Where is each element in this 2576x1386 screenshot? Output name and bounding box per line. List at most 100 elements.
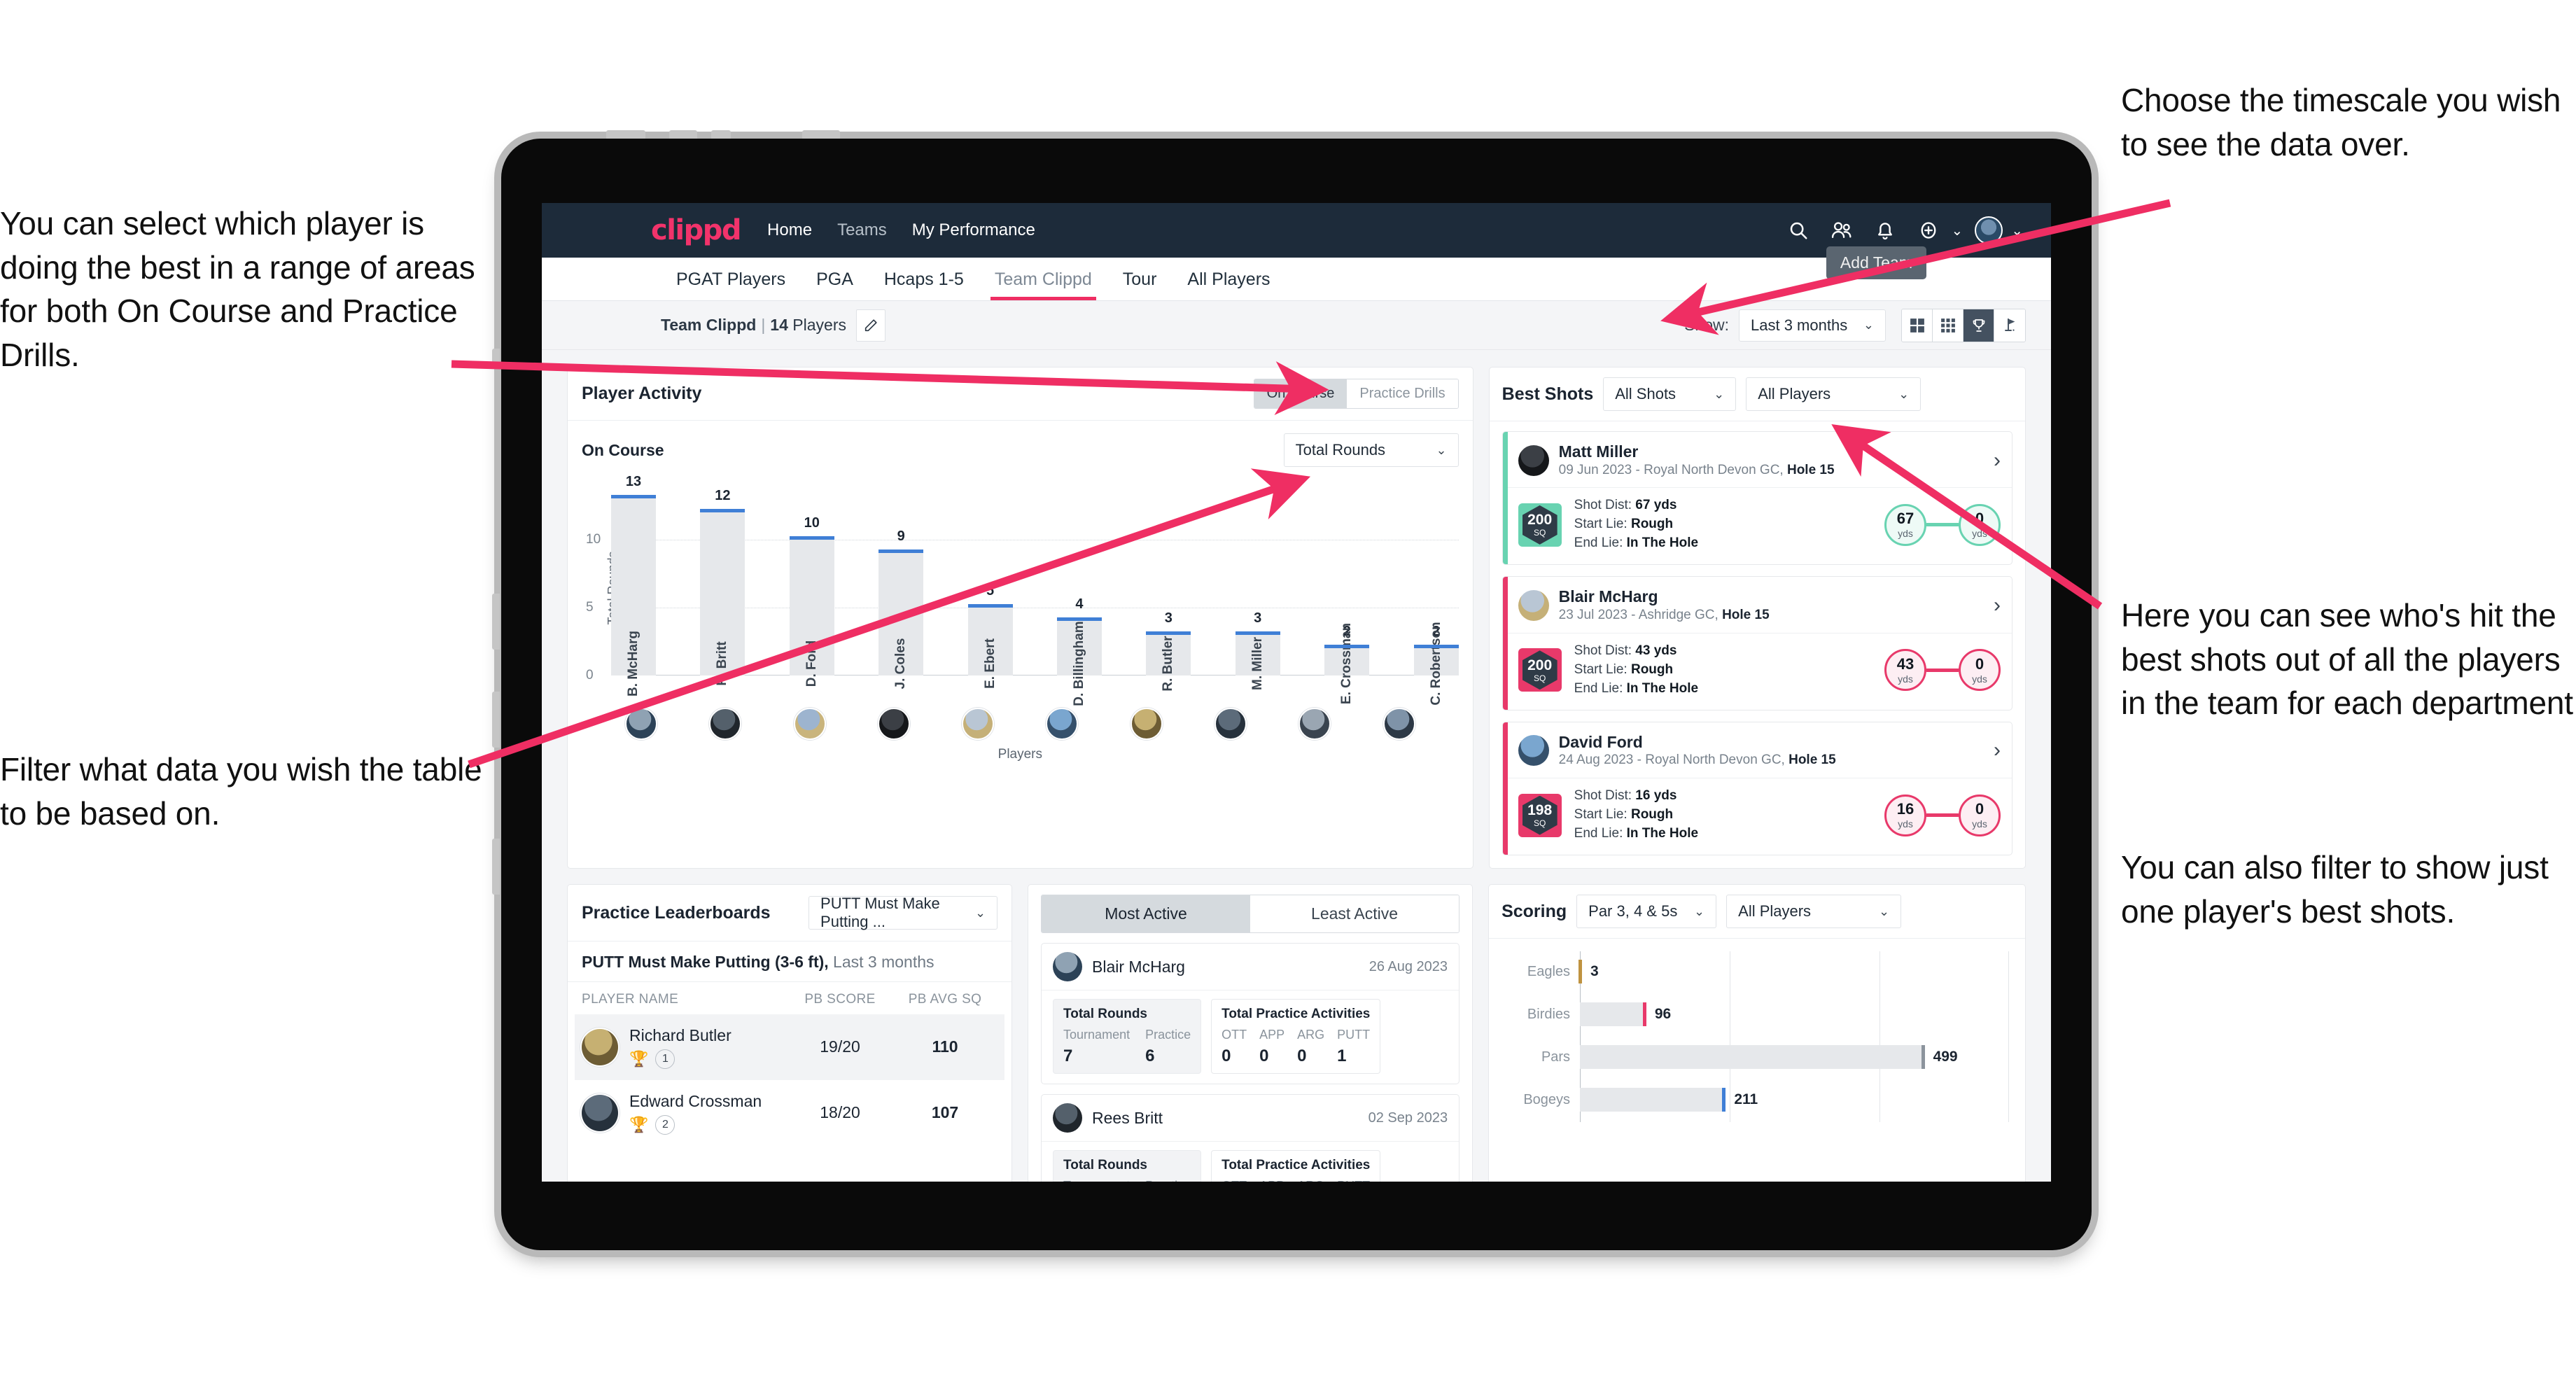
avatar[interactable] bbox=[709, 708, 742, 740]
putt-label: PUTT bbox=[1337, 1028, 1371, 1042]
shot-quality-unit: SQ bbox=[1533, 673, 1546, 683]
practice-label: Practice bbox=[1145, 1028, 1191, 1042]
activity-card[interactable]: Rees Britt 02 Sep 2023 Total Rounds Tour… bbox=[1041, 1094, 1460, 1182]
flag-icon[interactable] bbox=[1994, 309, 2025, 342]
avatar bbox=[1518, 735, 1549, 766]
shot-connector-line bbox=[1926, 813, 1959, 818]
tab-tour[interactable]: Tour bbox=[1107, 270, 1172, 300]
segment-practice-drills[interactable]: Practice Drills bbox=[1347, 379, 1458, 408]
scoring-category-label: Pars bbox=[1541, 1049, 1571, 1065]
avatar[interactable] bbox=[1130, 708, 1163, 740]
tab-least-active[interactable]: Least Active bbox=[1250, 895, 1460, 933]
best-shot-card[interactable]: David Ford 24 Aug 2023 - Royal North Dev… bbox=[1502, 721, 2012, 856]
avatar[interactable] bbox=[1382, 708, 1415, 740]
activity-tabs[interactable]: Most Active Least Active bbox=[1041, 895, 1460, 934]
chevron-right-icon[interactable]: › bbox=[1987, 595, 2001, 616]
scoring-chart: Eagles 3 Birdies 96 Pars 499 Bogeys 211 bbox=[1489, 939, 2025, 1126]
drill-select[interactable]: PUTT Must Make Putting ... ⌄ bbox=[808, 895, 998, 930]
chevron-right-icon[interactable]: › bbox=[1987, 740, 2001, 761]
shot-quality-hex: 200 SQ bbox=[1522, 505, 1558, 545]
chart-bar-column[interactable]: 4 D. Billingham bbox=[1056, 485, 1102, 706]
metric-select[interactable]: Total Rounds ⌄ bbox=[1283, 433, 1459, 467]
chart-bar-column[interactable]: 13 B. McHarg bbox=[611, 474, 656, 696]
pencil-icon[interactable] bbox=[855, 309, 886, 342]
account-avatar-icon[interactable] bbox=[1971, 213, 2006, 248]
nav-link-teams[interactable]: Teams bbox=[837, 220, 887, 240]
tournament-label: Tournament bbox=[1063, 1028, 1130, 1042]
chart-bar-label: R. Butler bbox=[1161, 636, 1176, 692]
people-icon[interactable] bbox=[1824, 213, 1859, 248]
chart-bar-label: D. Billingham bbox=[1071, 621, 1086, 706]
avatar bbox=[582, 1094, 618, 1131]
best-shot-card[interactable]: Matt Miller 09 Jun 2023 - Royal North De… bbox=[1502, 431, 2012, 566]
scoring-bar-row[interactable]: Pars 499 bbox=[1541, 1045, 2008, 1070]
scoring-bar-row[interactable]: Birdies 96 bbox=[1527, 1002, 2008, 1027]
chart-bar-column[interactable]: 2 C. Robertson bbox=[1413, 485, 1459, 706]
clippd-logo[interactable]: clippd bbox=[651, 214, 742, 246]
scoring-bar bbox=[1580, 1088, 1726, 1112]
trophy-icon[interactable] bbox=[1963, 309, 1994, 342]
best-shot-card[interactable]: Blair McHarg 23 Jul 2023 - Ashridge GC, … bbox=[1502, 576, 2012, 710]
avatar[interactable] bbox=[793, 708, 826, 740]
scoring-bar-row[interactable]: Eagles 3 bbox=[1527, 960, 2008, 984]
table-row[interactable]: Richard Butler 🏆 1 19/20 110 bbox=[575, 1014, 1005, 1080]
scoring-par-filter[interactable]: Par 3, 4 & 5s ⌄ bbox=[1576, 895, 1717, 929]
nav-link-home[interactable]: Home bbox=[767, 220, 812, 240]
chevron-down-icon[interactable]: ⌄ bbox=[1951, 222, 1963, 239]
total-rounds-box: Total Rounds Tournament 8 Practice 4 bbox=[1053, 1150, 1202, 1182]
tournament-stat: Tournament 8 bbox=[1063, 1179, 1130, 1182]
shot-dist-line: Shot Dist: 43 yds bbox=[1574, 643, 1677, 658]
tab-pgat-players[interactable]: PGAT Players bbox=[661, 270, 801, 300]
chart-bar-label: R. Britt bbox=[715, 641, 730, 686]
avatar[interactable] bbox=[625, 708, 657, 740]
view-mode-toggle[interactable] bbox=[1901, 308, 2026, 342]
chart-bar: R. Britt bbox=[700, 508, 746, 686]
scoring-player-filter[interactable]: All Players ⌄ bbox=[1726, 895, 1902, 929]
shot-end-unit: yds bbox=[1972, 528, 1987, 540]
dashboard-row-top: Player Activity On Course Practice Drill… bbox=[567, 367, 2026, 869]
chart-bar-column[interactable]: 3 M. Miller bbox=[1235, 485, 1280, 690]
segment-on-course[interactable]: On Course bbox=[1254, 379, 1348, 408]
tab-all-players[interactable]: All Players bbox=[1172, 270, 1285, 300]
tab-pga[interactable]: PGA bbox=[801, 270, 869, 300]
table-row[interactable]: Edward Crossman 🏆 2 18/20 107 bbox=[575, 1080, 1004, 1146]
activity-type-toggle[interactable]: On Course Practice Drills bbox=[1253, 379, 1459, 409]
accent-bar bbox=[1502, 432, 1508, 565]
tab-hcaps-1-5[interactable]: Hcaps 1-5 bbox=[869, 270, 979, 300]
scoring-bar-row[interactable]: Bogeys 211 bbox=[1523, 1088, 2008, 1112]
tab-team-clippd[interactable]: Team Clippd bbox=[979, 270, 1107, 300]
avatar[interactable] bbox=[877, 708, 910, 740]
leaderboard-player-name: Richard Butler bbox=[629, 1026, 732, 1045]
chart-bar-column[interactable]: 3 R. Butler bbox=[1146, 485, 1191, 692]
player-activity-chart: Total Rounds 051013B. McHarg12R. Britt10… bbox=[568, 472, 1473, 706]
chart-bar-column[interactable]: 5 E. Ebert bbox=[967, 485, 1013, 689]
avatar[interactable] bbox=[1214, 708, 1247, 740]
nav-link-my-performance[interactable]: My Performance bbox=[912, 220, 1035, 240]
scoring-bar-value: 211 bbox=[1734, 1091, 1758, 1108]
shot-end-node: 0 yds bbox=[1959, 503, 2001, 546]
grid-large-icon[interactable] bbox=[1902, 309, 1933, 342]
timescale-select[interactable]: Last 3 months ⌄ bbox=[1739, 309, 1886, 342]
avatar[interactable] bbox=[1046, 708, 1079, 740]
tab-most-active[interactable]: Most Active bbox=[1042, 895, 1251, 933]
shot-start-node: 43 yds bbox=[1884, 649, 1926, 692]
avatar[interactable] bbox=[962, 708, 995, 740]
accent-bar bbox=[1502, 577, 1508, 710]
chevron-down-icon[interactable]: ⌄ bbox=[2011, 222, 2023, 239]
activity-card-header: Rees Britt 02 Sep 2023 bbox=[1042, 1095, 1459, 1141]
grid-small-icon[interactable] bbox=[1933, 309, 1963, 342]
chart-bar-value: 4 bbox=[1075, 596, 1084, 612]
plus-circle-icon[interactable] bbox=[1911, 213, 1946, 248]
chart-bar-column[interactable]: 12 R. Britt bbox=[700, 485, 746, 686]
best-shots-player-filter[interactable]: All Players ⌄ bbox=[1746, 377, 1921, 411]
chevron-right-icon[interactable]: › bbox=[1987, 449, 2001, 471]
best-shots-shot-filter[interactable]: All Shots ⌄ bbox=[1603, 377, 1737, 411]
chart-bar-column[interactable]: 2 E. Crossman bbox=[1324, 485, 1370, 704]
chart-bar-column[interactable]: 10 D. Ford bbox=[789, 485, 834, 687]
chart-bar-column[interactable]: 9 J. Coles bbox=[878, 485, 924, 689]
team-name: Team Clippd bbox=[661, 316, 757, 334]
avatar[interactable] bbox=[1298, 708, 1331, 740]
search-icon[interactable] bbox=[1781, 213, 1816, 248]
bell-icon[interactable] bbox=[1868, 213, 1903, 248]
activity-card[interactable]: Blair McHarg 26 Aug 2023 Total Rounds To… bbox=[1041, 943, 1460, 1085]
